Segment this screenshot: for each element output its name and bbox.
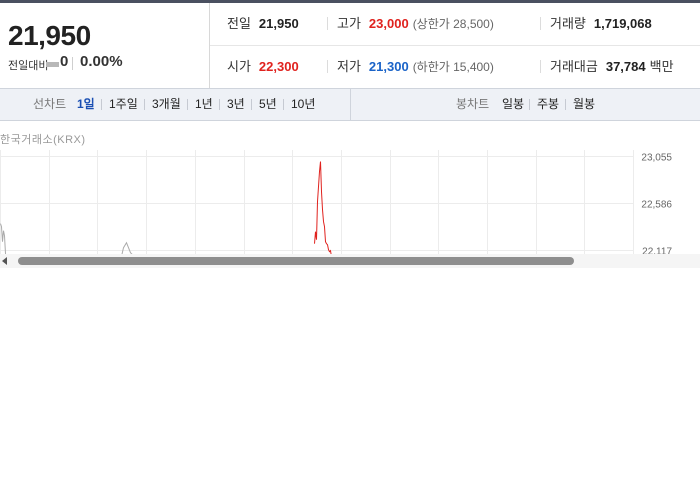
tab-3months[interactable]: 3개월 [152, 89, 181, 120]
stat-low: 저가 21,300 (하한가 15,400) [337, 46, 494, 88]
stat-unit: 백만 [649, 59, 674, 74]
y-tick-label: 22,586 [641, 200, 672, 211]
stat-label: 거래량 [550, 16, 586, 31]
tab-monthly-candle[interactable]: 월봉 [573, 89, 595, 120]
stats-row: 전일 21,950 고가 23,000 (상한가 28,500) 거래량 1,719,0… [210, 3, 700, 46]
intraday-price-chart[interactable]: 23,055 22,586 22,117 [0, 150, 700, 254]
scroll-thumb[interactable] [18, 257, 574, 265]
tab-1day[interactable]: 1일 [77, 89, 95, 120]
upper-limit: (상한가 28,500) [412, 17, 494, 31]
tab-group-divider [350, 89, 351, 120]
stat-high: 고가 23,000 (상한가 28,500) [337, 3, 494, 45]
stat-open: 시가 22,300 [227, 46, 299, 88]
stat-label: 저가 [337, 59, 361, 74]
chart-scrollbar[interactable] [0, 254, 700, 268]
stat-prev-close: 전일 21,950 [227, 3, 299, 45]
tab-1week[interactable]: 1주일 [109, 89, 138, 120]
change-divider [72, 57, 73, 70]
lower-limit: (하한가 15,400) [412, 60, 494, 74]
divider [540, 60, 541, 73]
chart-tab-bar: 선차트 1일 1주일 3개월 1년 3년 5년 10년 봉차트 일봉 주봉 월봉 [0, 88, 700, 121]
current-price: 21,950 [8, 20, 91, 51]
tab-5years[interactable]: 5년 [259, 89, 277, 120]
price-series-line [0, 223, 133, 254]
stat-label: 전일 [227, 16, 251, 31]
stat-value: 21,950 [258, 16, 299, 31]
scroll-left-arrow-icon[interactable] [2, 257, 7, 265]
divider [565, 99, 566, 110]
stat-label: 거래대금 [550, 59, 598, 74]
exchange-label: 한국거래소(KRX) [0, 134, 86, 146]
y-tick-label: 23,055 [641, 153, 672, 164]
stat-value: 21,300 [368, 59, 409, 74]
stat-label: 고가 [337, 16, 361, 31]
price-summary: 21,950 전일대비 0 0.00% [0, 3, 210, 88]
divider [251, 99, 252, 110]
tab-10years[interactable]: 10년 [291, 89, 315, 120]
stat-label: 시가 [227, 59, 251, 74]
stat-value: 37,784 [605, 59, 646, 74]
stats-table: 전일 21,950 고가 23,000 (상한가 28,500) 거래량 1,719,0… [210, 3, 700, 88]
tab-1year[interactable]: 1년 [195, 89, 213, 120]
tab-3years[interactable]: 3년 [227, 89, 245, 120]
divider [219, 99, 220, 110]
divider [540, 17, 541, 30]
stat-value: 22,300 [258, 59, 299, 74]
divider [327, 17, 328, 30]
stats-row: 시가 22,300 저가 21,300 (하한가 15,400) 거래대금 37,784… [210, 46, 700, 88]
candle-chart-group-label: 봉차트 [456, 97, 490, 111]
stat-volume: 거래량 1,719,068 [550, 3, 652, 45]
stat-value: 1,719,068 [593, 16, 652, 31]
divider [101, 99, 102, 110]
change-rate: 0.00% [80, 53, 123, 70]
divider [327, 60, 328, 73]
tab-weekly-candle[interactable]: 주봉 [537, 89, 559, 120]
change-label: 전일대비 [8, 60, 49, 72]
y-tick-label: 22,117 [642, 247, 672, 255]
divider [283, 99, 284, 110]
price-series-line [314, 161, 332, 254]
divider [529, 99, 530, 110]
change-value: 0 [60, 53, 69, 70]
divider [187, 99, 188, 110]
stat-trade-value: 거래대금 37,784 백만 [550, 46, 674, 88]
line-chart-group-label: 선차트 [33, 97, 67, 111]
tab-daily-candle[interactable]: 일봉 [502, 89, 524, 120]
divider [144, 99, 145, 110]
stat-value: 23,000 [368, 16, 409, 31]
flat-change-icon [46, 62, 59, 67]
